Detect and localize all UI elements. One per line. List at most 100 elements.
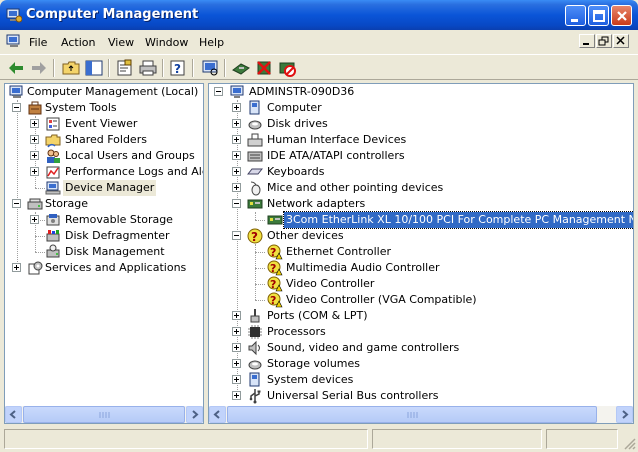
unknown-device-warning-icon: ? — [267, 260, 283, 276]
svg-text:?: ? — [270, 262, 276, 275]
svg-text:?: ? — [270, 294, 276, 307]
right-horizontal-scrollbar[interactable] — [209, 406, 633, 423]
scan-hardware-icon[interactable] — [200, 58, 220, 78]
status-cell-main — [4, 429, 368, 449]
mdi-system-menu-icon[interactable] — [6, 33, 22, 49]
disable-device-icon[interactable] — [277, 58, 297, 78]
help-icon[interactable]: ? — [168, 58, 188, 78]
minimize-button[interactable] — [565, 5, 586, 26]
menu-help[interactable]: Help — [199, 36, 224, 49]
storage-icon — [27, 198, 43, 210]
ide-controller-icon — [247, 151, 263, 162]
up-folder-icon[interactable] — [61, 58, 81, 78]
tree-label: Universal Serial Bus controllers — [267, 389, 439, 402]
forward-arrow-icon[interactable] — [29, 58, 49, 78]
window-title: Computer Management — [26, 7, 199, 22]
expand-toggle[interactable] — [232, 119, 241, 128]
expand-toggle[interactable] — [232, 375, 241, 384]
svg-text:?: ? — [174, 62, 181, 76]
uninstall-icon[interactable] — [254, 58, 274, 78]
expand-toggle[interactable] — [232, 343, 241, 352]
question-mark-icon: ? — [247, 228, 263, 244]
child-close-button[interactable] — [613, 34, 629, 48]
collapse-toggle[interactable] — [214, 87, 223, 96]
expand-toggle[interactable] — [30, 167, 39, 176]
tree-label: Shared Folders — [65, 133, 147, 146]
event-viewer-icon — [46, 117, 60, 131]
keyboard-icon — [247, 168, 263, 175]
computer-icon — [249, 100, 260, 115]
tree-label: Disk Management — [65, 245, 165, 258]
tree-line — [35, 188, 45, 189]
expand-toggle[interactable] — [232, 135, 241, 144]
scroll-left-icon — [9, 410, 16, 419]
expand-toggle[interactable] — [232, 359, 241, 368]
scroll-right-icon — [622, 410, 629, 419]
properties-icon[interactable] — [115, 58, 135, 78]
unknown-device-warning-icon: ? — [267, 276, 283, 292]
title-bar[interactable]: Computer Management — [0, 0, 638, 30]
expand-toggle[interactable] — [232, 391, 241, 400]
scroll-thumb[interactable] — [227, 406, 597, 423]
menu-window[interactable]: Window — [145, 36, 188, 49]
tree-label: Keyboards — [267, 165, 325, 178]
tree-line — [255, 268, 265, 269]
print-icon[interactable] — [138, 58, 158, 78]
child-restore-button[interactable] — [596, 34, 612, 48]
computer-icon — [230, 85, 244, 98]
port-icon — [250, 309, 260, 323]
console-tree-pane[interactable]: Computer Management (Local) System Tools… — [4, 83, 204, 424]
processor-icon — [248, 325, 262, 339]
scroll-left-button[interactable] — [5, 406, 22, 423]
expand-toggle[interactable] — [30, 215, 39, 224]
scroll-thumb[interactable] — [23, 406, 185, 423]
tree-label: Multimedia Audio Controller — [286, 261, 440, 274]
expand-toggle[interactable] — [232, 167, 241, 176]
expand-toggle[interactable] — [30, 151, 39, 160]
menu-file[interactable]: File — [29, 36, 47, 49]
child-minimize-button[interactable] — [579, 34, 595, 48]
menu-view[interactable]: View — [108, 36, 134, 49]
expand-toggle[interactable] — [30, 135, 39, 144]
tree-label: Sound, video and game controllers — [267, 341, 460, 354]
expand-toggle[interactable] — [30, 119, 39, 128]
scroll-right-icon — [192, 410, 199, 419]
scroll-left-button[interactable] — [209, 406, 226, 423]
collapse-toggle[interactable] — [232, 199, 241, 208]
tree-line — [35, 252, 45, 253]
tree-label: Services and Applications — [45, 261, 187, 274]
show-hide-tree-icon[interactable] — [84, 58, 104, 78]
tree-line — [255, 284, 265, 285]
collapse-toggle[interactable] — [12, 199, 21, 208]
expand-toggle[interactable] — [232, 311, 241, 320]
expand-toggle[interactable] — [12, 263, 21, 272]
collapse-toggle[interactable] — [232, 231, 241, 240]
tree-label: Removable Storage — [65, 213, 173, 226]
resize-grip-icon[interactable] — [622, 436, 636, 450]
tree-label: Other devices — [267, 229, 344, 242]
tree-line — [35, 236, 45, 237]
scroll-grip-icon — [99, 412, 110, 418]
tree-label: Performance Logs and Alerts — [65, 165, 203, 178]
tree-label: Ethernet Controller — [286, 245, 391, 258]
collapse-toggle[interactable] — [12, 103, 21, 112]
left-horizontal-scrollbar[interactable] — [5, 406, 203, 423]
back-arrow-icon[interactable] — [6, 58, 26, 78]
tree-line — [255, 300, 265, 301]
update-driver-icon[interactable] — [231, 58, 251, 78]
close-button[interactable] — [611, 5, 632, 26]
scroll-right-button[interactable] — [186, 406, 203, 423]
disk-defragmenter-icon — [46, 230, 60, 242]
expand-toggle[interactable] — [232, 327, 241, 336]
scroll-left-icon — [213, 410, 220, 419]
scroll-right-button[interactable] — [616, 406, 633, 423]
expand-toggle[interactable] — [232, 151, 241, 160]
expand-toggle[interactable] — [232, 183, 241, 192]
device-tree-pane[interactable]: ADMINSTR-090D36 Computer Disk drives Hum… — [208, 83, 634, 424]
maximize-button[interactable] — [588, 5, 609, 26]
tree-label: Computer Management (Local) — [27, 85, 199, 98]
expand-toggle[interactable] — [232, 103, 241, 112]
menu-action[interactable]: Action — [61, 36, 95, 49]
tree-line — [255, 212, 256, 220]
toolbar: ? — [0, 54, 638, 80]
